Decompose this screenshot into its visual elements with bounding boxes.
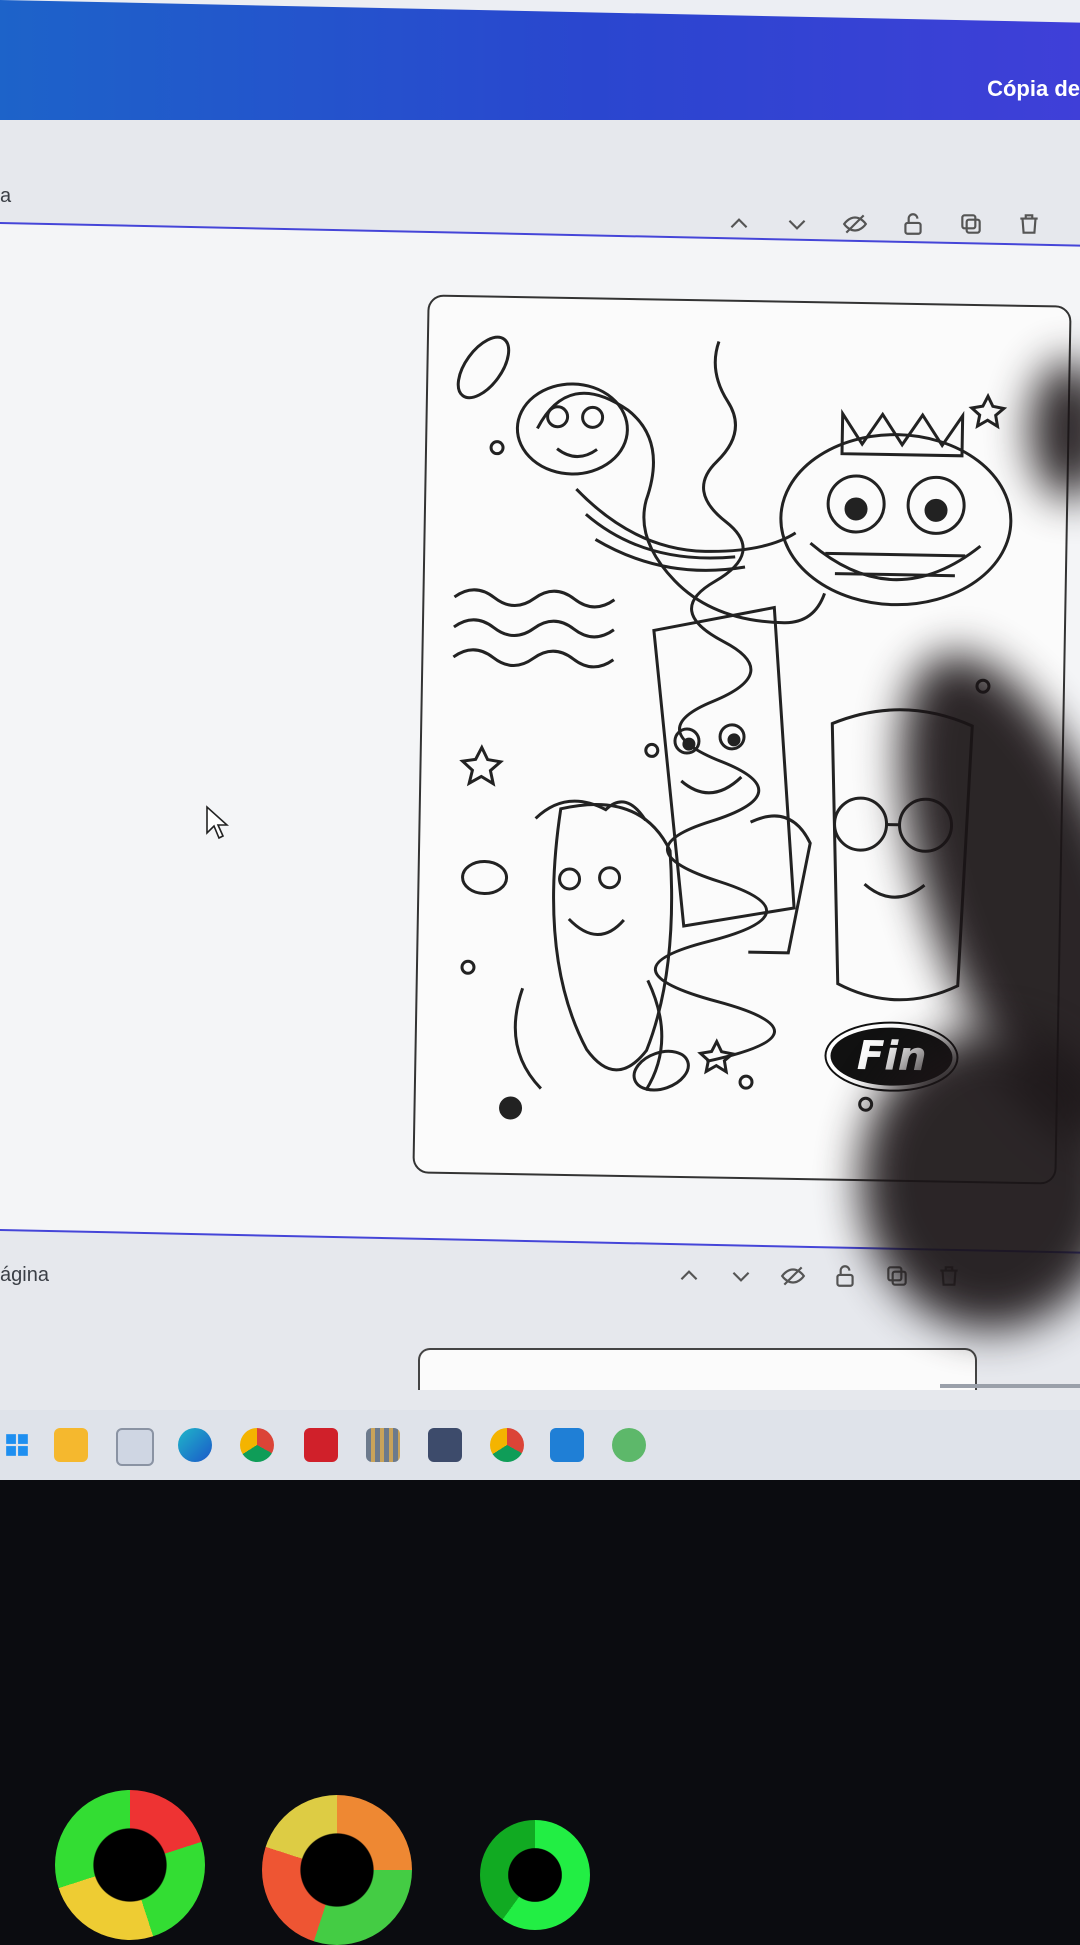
mouse-cursor-icon xyxy=(205,805,229,841)
chevron-up-icon[interactable] xyxy=(675,1262,703,1290)
page-label: ágina xyxy=(0,1264,49,1287)
chrome-profile-icon[interactable] xyxy=(490,1428,524,1462)
chevron-down-icon[interactable] xyxy=(727,1262,755,1290)
lock-icon[interactable] xyxy=(899,210,927,238)
acrobat-icon[interactable] xyxy=(304,1428,338,1462)
chevron-up-icon[interactable] xyxy=(725,210,753,238)
rgb-fan xyxy=(262,1795,412,1945)
edge-icon[interactable] xyxy=(178,1428,212,1462)
windows-taskbar xyxy=(0,1410,1080,1480)
windows-start-icon[interactable] xyxy=(0,1428,34,1462)
vscode-icon[interactable] xyxy=(550,1428,584,1462)
library-icon[interactable] xyxy=(366,1428,400,1462)
next-page-preview[interactable] xyxy=(418,1348,977,1390)
chrome-icon[interactable] xyxy=(240,1428,274,1462)
lock-icon[interactable] xyxy=(831,1262,859,1290)
rgb-fan xyxy=(55,1790,205,1940)
page-toolbar xyxy=(725,210,1043,238)
duplicate-icon[interactable] xyxy=(957,210,985,238)
chevron-down-icon[interactable] xyxy=(783,210,811,238)
worm-character xyxy=(534,392,828,623)
document-title[interactable]: Cópia de xyxy=(987,76,1080,102)
store-icon[interactable] xyxy=(116,1428,154,1466)
rgb-fan xyxy=(480,1820,590,1930)
page-header-top: a xyxy=(0,160,1080,230)
calculator-icon[interactable] xyxy=(428,1428,462,1462)
zoom-slider[interactable] xyxy=(940,1384,1080,1388)
app-icon[interactable] xyxy=(612,1428,646,1462)
page-label: a xyxy=(0,185,11,208)
trash-icon[interactable] xyxy=(1015,210,1043,238)
hide-icon[interactable] xyxy=(779,1262,807,1290)
file-explorer-icon[interactable] xyxy=(54,1428,88,1462)
hide-icon[interactable] xyxy=(841,210,869,238)
